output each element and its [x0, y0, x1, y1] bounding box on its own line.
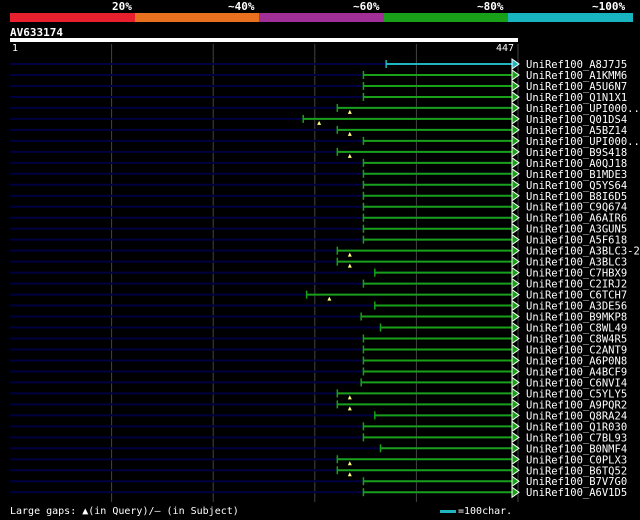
gap-marker [347, 252, 352, 257]
gap-marker [347, 131, 352, 136]
alignment-viewer: 20% ~40% ~60% ~80% ~100% AV633174 1 447 … [0, 0, 640, 520]
gap-marker [347, 406, 352, 411]
scale-label: =100char. [458, 506, 513, 517]
hit-row[interactable]: UniRef100_A6V1D5 [10, 486, 627, 499]
gap-marker [347, 263, 352, 268]
hit-name-link[interactable]: UniRef100_A6V1D5 [526, 487, 627, 499]
gaps-legend: Large gaps: ▲(in Query)/— (in Subject) [10, 506, 239, 517]
scale-bar [440, 509, 456, 513]
gap-marker [347, 153, 352, 158]
gap-marker [327, 296, 332, 301]
scale-legend: =100char. [440, 506, 512, 517]
gap-marker [347, 472, 352, 477]
gap-marker [347, 395, 352, 400]
gap-marker [317, 120, 322, 125]
gap-marker [347, 461, 352, 466]
gap-marker [347, 109, 352, 114]
hit-plot: UniRef100_A8J7J5UniRef100_A1KMM6UniRef10… [10, 44, 640, 502]
